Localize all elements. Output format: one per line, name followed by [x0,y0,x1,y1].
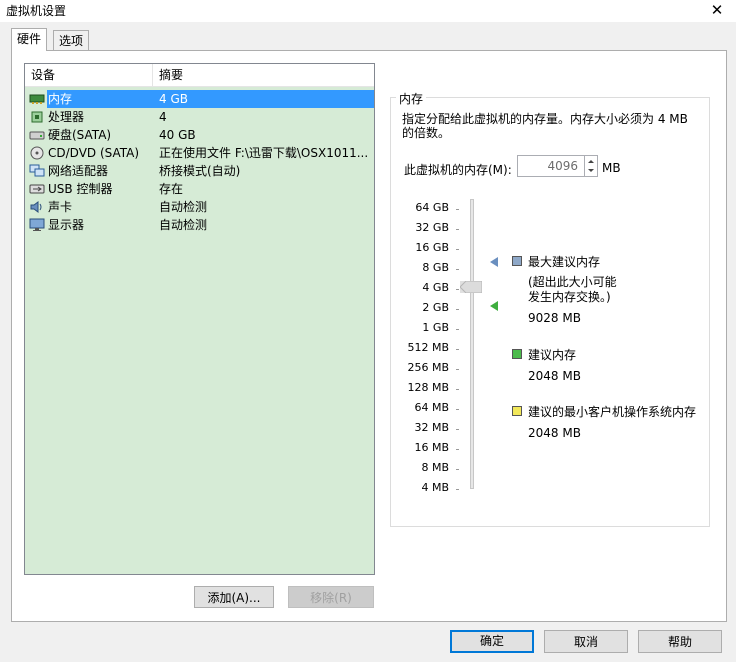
scale-tick [456,469,459,470]
memory-label: 此虚拟机的内存(M): [404,163,512,177]
device-row-cd-dvd[interactable]: CD/DVD (SATA) 正在使用文件 F:\迅雷下载\OSX1011... [25,144,374,162]
device-summary: 自动检测 [159,218,208,232]
device-row-hard-disk[interactable]: 硬盘(SATA) 40 GB [25,126,374,144]
device-list[interactable]: 设备 摘要 内存 4 GB 处理器 4 硬盘(SATA) 40 GB CD/DV… [24,63,375,575]
scale-tick [456,309,459,310]
scale-label: 256 MB [407,361,449,374]
device-row-usb[interactable]: USB 控制器 存在 [25,180,374,198]
device-row-display[interactable]: 显示器 自动检测 [25,216,374,234]
memory-group-title: 内存 [396,90,427,107]
column-header-device[interactable]: 设备 [25,64,153,86]
scale-label: 32 MB [414,421,449,434]
device-row-network-adapter[interactable]: 网络适配器 桥接模式(自动) [25,162,374,180]
device-summary: 4 GB [153,90,374,108]
device-name: USB 控制器 [48,182,113,196]
max-memory-note: (超出此大小可能 [528,275,617,289]
column-header-summary[interactable]: 摘要 [153,64,374,86]
scale-label: 2 GB [422,301,449,314]
device-summary: 40 GB [159,128,196,142]
max-memory-marker [490,257,498,267]
recommended-memory-title: 建议内存 [528,348,577,362]
scale-tick [456,489,459,490]
scale-label: 8 MB [421,461,449,474]
tab-options[interactable]: 选项 [53,30,90,51]
device-name: 声卡 [48,200,73,214]
device-row-memory[interactable]: 内存 4 GB [25,90,374,108]
min-guest-memory-title: 建议的最小客户机操作系统内存 [528,405,697,419]
memory-slider-thumb[interactable] [459,280,483,294]
dialog-body: 硬件 选项 设备 摘要 内存 4 GB 处理器 4 硬盘(SATA) 40 GB… [0,22,736,662]
scale-tick [456,369,459,370]
cd-dvd-icon [29,146,45,160]
device-summary: 桥接模式(自动) [159,164,241,178]
device-row-processor[interactable]: 处理器 4 [25,108,374,126]
scale-label: 4 MB [421,481,449,494]
min-guest-memory-legend-icon [512,406,522,416]
memory-input[interactable]: 4096 [517,155,585,177]
list-header: 设备 摘要 [25,64,374,87]
device-name: CD/DVD (SATA) [48,146,140,160]
device-summary: 自动检测 [159,200,208,214]
usb-icon [29,182,45,196]
scale-tick [456,209,459,210]
scale-label: 128 MB [407,381,449,394]
scale-tick [456,269,459,270]
memory-unit: MB [602,161,621,175]
scale-tick [456,229,459,230]
remove-device-button[interactable]: 移除(R) [288,586,374,608]
scale-label: 512 MB [407,341,449,354]
device-name: 网络适配器 [48,164,109,178]
add-device-button[interactable]: 添加(A)... [194,586,274,608]
scale-tick [456,409,459,410]
scale-label: 16 MB [414,441,449,454]
scale-label: 1 GB [422,321,449,334]
device-name: 内存 [47,90,154,108]
window-title: 虚拟机设置 [6,4,67,18]
recommended-memory-legend-icon [512,349,522,359]
device-name: 硬盘(SATA) [48,128,112,142]
recommended-memory-marker [490,301,498,311]
display-icon [29,218,45,232]
max-memory-value: 9028 MB [528,311,581,325]
scale-tick [456,449,459,450]
scale-tick [456,429,459,430]
cancel-button[interactable]: 取消 [544,630,628,653]
scale-label: 64 GB [415,201,449,214]
device-summary: 4 [159,110,167,124]
title-bar: 虚拟机设置 ✕ [0,0,736,22]
scale-label: 16 GB [415,241,449,254]
network-adapter-icon [29,164,45,178]
hard-disk-icon [29,128,45,142]
scale-tick [456,389,459,390]
device-name: 显示器 [48,218,85,232]
min-guest-memory-value: 2048 MB [528,426,581,440]
max-memory-legend-icon [512,256,522,266]
processor-icon [29,110,45,124]
tab-hardware[interactable]: 硬件 [11,28,48,51]
scale-label: 4 GB [422,281,449,294]
memory-icon [29,92,45,106]
tab-panel: 设备 摘要 内存 4 GB 处理器 4 硬盘(SATA) 40 GB CD/DV… [11,50,727,622]
scale-label: 64 MB [414,401,449,414]
scale-tick [456,329,459,330]
ok-button[interactable]: 确定 [450,630,534,653]
scale-tick [456,349,459,350]
memory-spinner[interactable] [585,155,598,177]
device-row-sound-card[interactable]: 声卡 自动检测 [25,198,374,216]
help-button[interactable]: 帮助 [638,630,722,653]
scale-label: 32 GB [415,221,449,234]
device-summary: 存在 [159,182,184,196]
scale-tick [456,249,459,250]
scale-label: 8 GB [422,261,449,274]
close-icon[interactable]: ✕ [706,0,728,20]
device-name: 处理器 [48,110,85,124]
recommended-memory-value: 2048 MB [528,369,581,383]
device-summary: 正在使用文件 F:\迅雷下载\OSX1011... [159,146,369,160]
memory-description: 指定分配给此虚拟机的内存量。内存大小必须为 4 MB 的倍数。 [402,112,688,140]
scale-tick [456,289,459,290]
max-memory-note: 发生内存交换。) [528,290,611,304]
max-memory-title: 最大建议内存 [528,255,601,269]
sound-card-icon [29,200,45,214]
memory-slider-track[interactable] [470,199,474,489]
